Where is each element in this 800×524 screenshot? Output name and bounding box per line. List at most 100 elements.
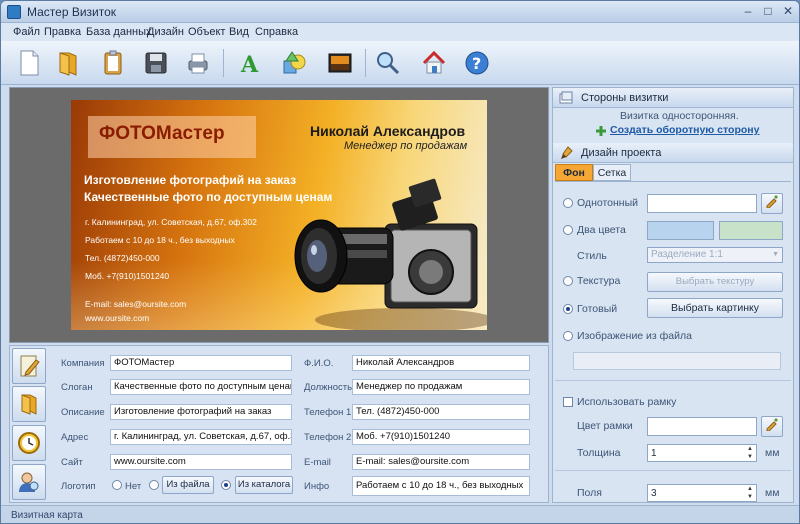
close-button[interactable]: ✕ — [779, 4, 797, 19]
phone2-field[interactable]: Моб. +7(910)1501240 — [352, 429, 530, 445]
spin-arrows-icon[interactable]: ▲ ▼ — [745, 445, 755, 461]
card-site: www.oursite.com — [85, 313, 150, 323]
menu-help[interactable]: Справка — [255, 26, 298, 38]
frame-color-label: Цвет рамки — [577, 420, 633, 432]
image-file-label: Изображение из файла — [577, 330, 692, 342]
clock-icon[interactable] — [12, 425, 46, 461]
menu-object[interactable]: Объект — [188, 26, 225, 38]
business-card-preview[interactable]: ФОТОМастер Николай Александров Менеджер … — [71, 100, 487, 330]
eyedropper-icon — [766, 195, 778, 209]
menu-edit[interactable]: Правка — [44, 26, 81, 38]
new-file-icon[interactable] — [14, 48, 44, 78]
user-search-icon[interactable] — [12, 464, 46, 500]
menu-view[interactable]: Вид — [229, 26, 249, 38]
design-panel: Стороны визитки Визитка односторонняя. С… — [552, 87, 794, 503]
open-folder-icon[interactable] — [53, 48, 83, 78]
email-field[interactable]: E-mail: sales@oursite.com — [352, 454, 530, 470]
card-sides-icon — [559, 91, 573, 104]
print-icon[interactable] — [183, 48, 213, 78]
toolbar-separator — [365, 49, 366, 77]
panel-divider — [555, 380, 791, 381]
tab-background[interactable]: Фон — [555, 164, 593, 181]
save-icon[interactable] — [141, 48, 171, 78]
image-file-radio[interactable] — [563, 331, 573, 341]
two-colors-radio[interactable] — [563, 225, 573, 235]
minimize-button[interactable]: – — [739, 4, 757, 19]
menu-database[interactable]: База данных — [86, 26, 152, 38]
two-color-swatch-2[interactable] — [719, 221, 783, 240]
menu-design[interactable]: Дизайн — [147, 26, 184, 38]
card-address: г. Калининград, ул. Советская, д.67, оф.… — [85, 217, 257, 227]
site-field[interactable]: www.oursite.com — [110, 454, 292, 470]
single-color-label: Однотонный — [577, 197, 639, 209]
slogan-field[interactable]: Качественные фото по доступным ценам — [110, 379, 292, 395]
choose-picture-button[interactable]: Выбрать картинку — [647, 298, 783, 318]
style-select[interactable]: Разделение 1:1 ▼ — [647, 247, 783, 263]
description-label: Описание — [61, 407, 105, 418]
single-color-swatch[interactable] — [647, 194, 757, 213]
card-data-panel: Компания ФОТОМастер Слоган Качественные … — [9, 345, 549, 503]
single-color-radio[interactable] — [563, 198, 573, 208]
card-line1: Изготовление фотографий на заказ — [84, 173, 297, 187]
margins-stepper[interactable]: 3 ▲ ▼ — [647, 484, 757, 502]
two-colors-label: Два цвета — [577, 224, 626, 236]
margins-label: Поля — [577, 487, 602, 499]
help-icon[interactable]: ? — [462, 48, 492, 78]
toolbar-separator — [223, 49, 224, 77]
clipboard-icon[interactable] — [98, 48, 128, 78]
two-color-swatch-1[interactable] — [647, 221, 714, 240]
add-icon — [596, 126, 606, 136]
card-phone: Тел. (4872)450-000 — [85, 253, 160, 263]
card-hours: Работаем с 10 до 18 ч., без выходных — [85, 235, 235, 245]
app-icon — [7, 5, 21, 19]
position-field[interactable]: Менеджер по продажам — [352, 379, 530, 395]
phone1-field[interactable]: Тел. (4872)450-000 — [352, 404, 530, 420]
margins-unit: мм — [765, 487, 780, 499]
camera-image — [294, 178, 487, 330]
edit-note-icon[interactable] — [12, 348, 46, 384]
home-icon[interactable] — [419, 48, 449, 78]
logo-none-radio[interactable] — [112, 480, 122, 490]
ready-radio[interactable] — [563, 304, 573, 314]
position-label: Должность — [304, 382, 353, 393]
use-frame-label: Использовать рамку — [577, 396, 677, 408]
slogan-label: Слоган — [61, 382, 93, 393]
description-field[interactable]: Изготовление фотографий на заказ — [110, 404, 292, 420]
logo-file-button[interactable]: Из файла — [162, 476, 214, 494]
logo-catalog-radio[interactable] — [221, 480, 231, 490]
logo-file-radio[interactable] — [149, 480, 159, 490]
card-email: E-mail: sales@oursite.com — [85, 299, 187, 309]
thickness-value: 1 — [651, 448, 657, 459]
side-buttons — [12, 348, 46, 500]
choose-texture-button[interactable]: Выбрать текстуру — [647, 272, 783, 292]
panel-divider-2 — [555, 470, 791, 471]
texture-label: Текстура — [577, 275, 621, 287]
text-icon[interactable]: A — [235, 48, 265, 78]
address-field[interactable]: г. Калининград, ул. Советская, д.67, оф.… — [110, 429, 292, 445]
card-position: Менеджер по продажам — [344, 140, 468, 152]
company-field[interactable]: ФОТОМастер — [110, 355, 292, 371]
texture-radio[interactable] — [563, 276, 573, 286]
use-frame-checkbox[interactable] — [563, 397, 573, 407]
folder-icon[interactable] — [12, 386, 46, 422]
fio-field[interactable]: Николай Александров — [352, 355, 530, 371]
toolbar: A ? — [1, 41, 799, 85]
image-icon[interactable] — [325, 48, 355, 78]
search-icon[interactable] — [373, 48, 403, 78]
image-file-path[interactable] — [573, 352, 781, 370]
thickness-stepper[interactable]: 1 ▲ ▼ — [647, 444, 757, 462]
menu-file[interactable]: Файл — [13, 26, 40, 38]
pick-frame-color-button[interactable] — [761, 416, 783, 437]
tab-grid[interactable]: Сетка — [593, 164, 631, 181]
shapes-icon[interactable] — [280, 48, 310, 78]
create-back-link[interactable]: Создать оборотную сторону — [610, 124, 759, 136]
pick-color-button[interactable] — [761, 193, 783, 214]
sides-header[interactable]: Стороны визитки — [553, 88, 793, 108]
info-field[interactable]: Работаем с 10 до 18 ч., без выходных — [352, 476, 530, 496]
spin-arrows-icon[interactable]: ▲ ▼ — [745, 485, 755, 501]
info-label: Инфо — [304, 481, 330, 492]
design-header[interactable]: Дизайн проекта — [553, 143, 793, 163]
maximize-button[interactable]: □ — [759, 4, 777, 19]
logo-catalog-button[interactable]: Из каталога — [235, 476, 293, 494]
frame-color-swatch[interactable] — [647, 417, 757, 436]
